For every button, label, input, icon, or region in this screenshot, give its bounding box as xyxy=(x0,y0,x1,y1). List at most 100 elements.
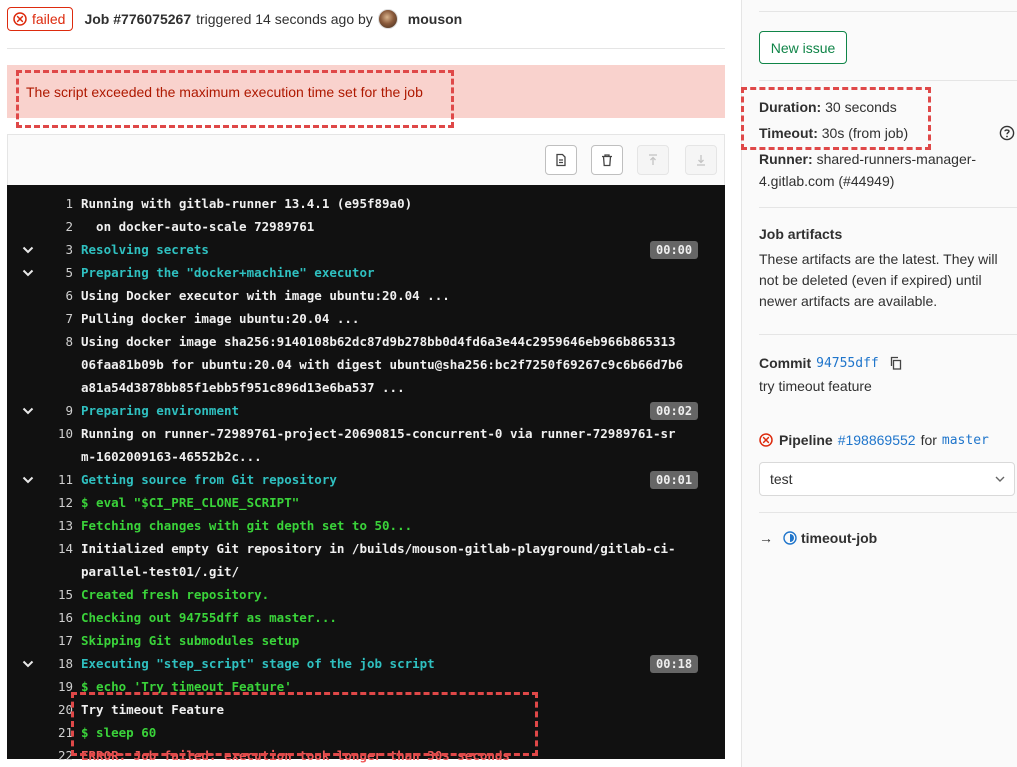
log-text: Checking out 94755dff as master... xyxy=(81,610,337,625)
duration-highlight-box xyxy=(741,87,931,150)
log-line: 6 Using Docker executor with image ubuntu… xyxy=(7,284,725,307)
chevron-down-icon[interactable] xyxy=(21,652,35,675)
job-id: Job #776075267 xyxy=(84,11,192,27)
line-number[interactable]: 17 xyxy=(43,629,73,652)
log-text: Preparing the "docker+machine" executor xyxy=(81,265,375,280)
line-number[interactable]: 15 xyxy=(43,583,73,606)
line-number[interactable]: 20 xyxy=(43,698,73,721)
line-number[interactable]: 10 xyxy=(43,422,73,445)
copy-icon[interactable] xyxy=(889,356,903,370)
line-number[interactable]: 7 xyxy=(43,307,73,330)
artifacts-title: Job artifacts xyxy=(759,226,842,242)
runner-value: shared-runners-manager- xyxy=(816,151,977,167)
section-duration-badge: 00:18 xyxy=(650,655,699,673)
scroll-bottom-button[interactable] xyxy=(685,145,717,175)
file-icon xyxy=(556,153,566,167)
avatar[interactable] xyxy=(377,9,398,29)
log-text: Resolving secrets xyxy=(81,242,209,257)
line-number[interactable]: 22 xyxy=(43,744,73,767)
log-text: Fetching changes with git depth set to 5… xyxy=(81,518,413,533)
job-name[interactable]: timeout-job xyxy=(801,530,877,546)
line-number[interactable]: 5 xyxy=(43,261,73,284)
log-line: 7 Pulling docker image ubuntu:20.04 ... xyxy=(7,307,725,330)
log-line: 15 Created fresh repository. xyxy=(7,583,725,606)
line-number[interactable]: 13 xyxy=(43,514,73,537)
running-status-icon xyxy=(783,531,797,545)
line-number[interactable]: 3 xyxy=(43,238,73,261)
section-duration-badge: 00:00 xyxy=(650,241,699,259)
line-number[interactable]: 14 xyxy=(43,537,73,560)
scroll-up-icon xyxy=(649,154,657,165)
trash-icon xyxy=(602,154,612,167)
scroll-top-button[interactable] xyxy=(637,145,669,175)
divider xyxy=(759,80,1017,81)
pipeline-for: for xyxy=(920,432,937,448)
log-line: m-1602009163-46552b2c... xyxy=(7,445,725,468)
job-list-item[interactable]: → timeout-job xyxy=(759,530,877,546)
pipeline-label: Pipeline xyxy=(779,432,833,448)
log-toolbar xyxy=(7,134,725,185)
line-number[interactable]: 2 xyxy=(43,215,73,238)
log-section-header[interactable]: 5 Preparing the "docker+machine" executor xyxy=(7,261,725,284)
branch-link[interactable]: master xyxy=(942,433,989,448)
log-line: 16 Checking out 94755dff as master... xyxy=(7,606,725,629)
divider xyxy=(759,512,1017,513)
chevron-down-icon[interactable] xyxy=(21,238,35,261)
log-line: 8 Using docker image sha256:9140108b62dc8… xyxy=(7,330,725,353)
chevron-down-icon[interactable] xyxy=(21,468,35,491)
log-line: 13 Fetching changes with git depth set to… xyxy=(7,514,725,537)
runner-label: Runner: xyxy=(759,151,813,167)
author-name[interactable]: mouson xyxy=(408,7,462,31)
log-line: a81a54d3878bb85f1ebb5f951c896d13e6ba537 … xyxy=(7,376,725,399)
log-text: Initialized empty Git repository in /bui… xyxy=(81,541,676,556)
alert-highlight-box xyxy=(16,70,454,128)
log-section-header[interactable]: 11 Getting source from Git repository 00:0… xyxy=(7,468,725,491)
runner-row: Runner: shared-runners-manager- xyxy=(759,151,976,167)
header-text: Job #776075267 triggered 14 seconds ago … xyxy=(84,7,462,31)
failed-status-icon xyxy=(13,12,27,26)
log-section-header[interactable]: 3 Resolving secrets 00:00 xyxy=(7,238,725,261)
log-text: Preparing environment xyxy=(81,403,240,418)
log-line: 17 Skipping Git submodules setup xyxy=(7,629,725,652)
stage-selected: test xyxy=(770,471,793,487)
divider xyxy=(759,207,1017,208)
commit-label: Commit xyxy=(759,355,812,371)
line-number[interactable]: 19 xyxy=(43,675,73,698)
chevron-down-icon[interactable] xyxy=(21,399,35,422)
log-section-header[interactable]: 18 Executing "step_script" stage of the j… xyxy=(7,652,725,675)
log-text: $ eval "$CI_PRE_CLONE_SCRIPT" xyxy=(81,495,300,510)
commit-sha-link[interactable]: 94755dff xyxy=(816,356,879,371)
log-line: 14 Initialized empty Git repository in /b… xyxy=(7,537,725,560)
raw-log-button[interactable] xyxy=(545,145,577,175)
line-number[interactable]: 21 xyxy=(43,721,73,744)
log-line: 2 on docker-auto-scale 72989761 xyxy=(7,215,725,238)
divider xyxy=(759,11,1017,12)
chevron-down-icon xyxy=(995,476,1005,482)
job-log: 1 Running with gitlab-runner 13.4.1 (e95f… xyxy=(7,185,725,763)
line-number[interactable]: 6 xyxy=(43,284,73,307)
line-number[interactable]: 11 xyxy=(43,468,73,491)
log-text: Using docker image sha256:9140108b62dc87… xyxy=(81,334,676,349)
pipeline-id-link[interactable]: #198869552 xyxy=(838,432,916,448)
log-text: Pulling docker image ubuntu:20.04 ... xyxy=(81,311,360,326)
line-number[interactable]: 18 xyxy=(43,652,73,675)
line-number[interactable]: 12 xyxy=(43,491,73,514)
line-number[interactable]: 1 xyxy=(43,192,73,215)
line-number[interactable]: 9 xyxy=(43,399,73,422)
line-number[interactable]: 8 xyxy=(43,330,73,353)
triggered-text: triggered 14 seconds ago by xyxy=(196,11,373,27)
line-number[interactable]: 16 xyxy=(43,606,73,629)
chevron-down-icon[interactable] xyxy=(21,261,35,284)
failed-status-icon[interactable] xyxy=(759,433,773,447)
section-duration-badge: 00:02 xyxy=(650,402,699,420)
log-section-header[interactable]: 9 Preparing environment 00:02 xyxy=(7,399,725,422)
log-line: 1 Running with gitlab-runner 13.4.1 (e95f… xyxy=(7,192,725,215)
stage-dropdown[interactable]: test xyxy=(759,462,1015,496)
log-line: 06faa81b09b for ubuntu:20.04 with digest… xyxy=(7,353,725,376)
erase-log-button[interactable] xyxy=(591,145,623,175)
new-issue-button[interactable]: New issue xyxy=(759,31,847,64)
log-text: m-1602009163-46552b2c... xyxy=(81,449,262,464)
status-badge[interactable]: failed xyxy=(7,7,74,31)
log-text: Executing "step_script" stage of the job… xyxy=(81,656,435,671)
help-icon[interactable] xyxy=(999,125,1015,141)
